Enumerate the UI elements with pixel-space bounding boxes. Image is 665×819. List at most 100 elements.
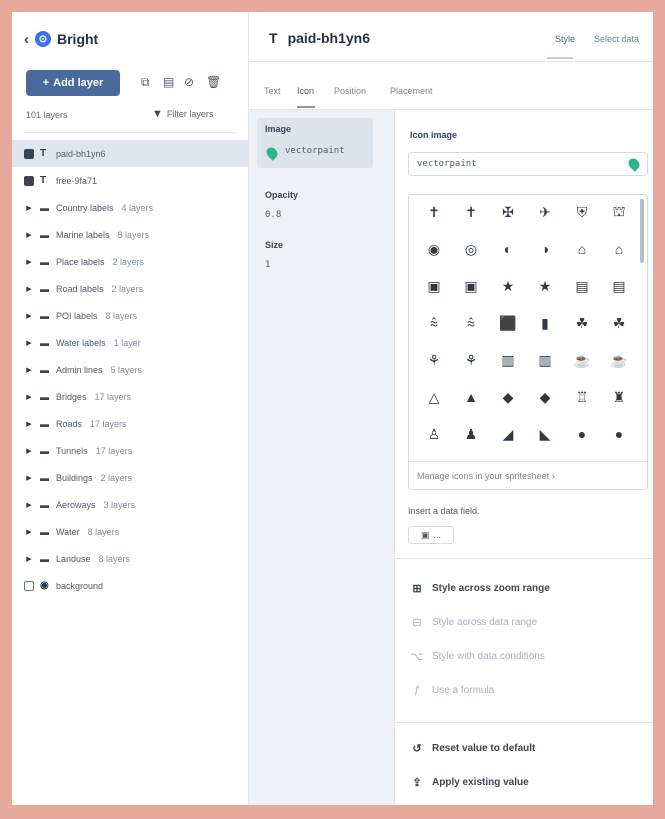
tab-select-data[interactable]: Select data	[594, 34, 639, 44]
expand-arrow-icon[interactable]: ▶	[24, 258, 34, 266]
add-layer-button[interactable]: + Add layer	[26, 70, 120, 96]
expand-arrow-icon[interactable]: ▶	[24, 501, 34, 509]
expand-arrow-icon[interactable]: ▶	[24, 474, 34, 482]
sprite-icon[interactable]: ✝	[462, 203, 480, 221]
sprite-icon[interactable]: ●	[573, 425, 591, 443]
sprite-icon[interactable]: ▤	[610, 277, 628, 295]
apply-existing-button[interactable]: ⇪ Apply existing value	[410, 776, 528, 789]
sprite-icon[interactable]: ◣	[536, 425, 554, 443]
sprite-icon[interactable]: ♖	[573, 388, 591, 406]
layer-row[interactable]: ▶ ▬ Buildings 2 layers	[12, 464, 248, 491]
sprite-icon[interactable]: ▮	[536, 314, 554, 332]
layer-row[interactable]: ▶ ▬ Aeroways 3 layers	[12, 491, 248, 518]
sprite-icon[interactable]: ◑	[536, 240, 554, 258]
expand-arrow-icon[interactable]: ▶	[24, 312, 34, 320]
visibility-checkbox[interactable]	[24, 580, 34, 591]
expand-arrow-icon[interactable]: ▶	[24, 528, 34, 536]
style-action-button[interactable]: ƒ Use a formula	[410, 684, 494, 696]
sprite-icon[interactable]: ⌂	[610, 240, 628, 258]
visibility-checkbox[interactable]	[24, 175, 34, 186]
visibility-checkbox[interactable]	[24, 148, 34, 159]
expand-arrow-icon[interactable]: ▶	[24, 366, 34, 374]
sprite-icon[interactable]: ⛫	[610, 203, 628, 221]
layer-row[interactable]: ▶ ▬ Tunnels 17 layers	[12, 437, 248, 464]
sprite-icon[interactable]: ▥	[536, 351, 554, 369]
sprite-icon[interactable]: ★	[499, 277, 517, 295]
icon-image-input[interactable]: vectorpaint	[408, 152, 648, 176]
sprite-icon[interactable]: ▤	[573, 277, 591, 295]
sprite-icon[interactable]: ♙	[425, 425, 443, 443]
manage-icons-link[interactable]: Manage icons in your spritesheet ›	[417, 471, 555, 481]
sprite-icon[interactable]: ◉	[425, 240, 443, 258]
expand-arrow-icon[interactable]: ▶	[24, 393, 34, 401]
sprite-icon[interactable]: ✠	[499, 203, 517, 221]
sprite-icon[interactable]: ⩯	[425, 314, 443, 332]
subtab-text[interactable]: Text	[264, 86, 281, 96]
expand-arrow-icon[interactable]: ▶	[24, 204, 34, 212]
layer-row[interactable]: ▶ ▬ Admin lines 5 layers	[12, 356, 248, 383]
sprite-icon[interactable]: ◎	[462, 240, 480, 258]
style-action-button[interactable]: ⊟ Style across data range	[410, 616, 537, 629]
expand-arrow-icon[interactable]: ▶	[24, 420, 34, 428]
sprite-icon[interactable]: △	[425, 388, 443, 406]
trash-icon[interactable]: 🗑	[206, 75, 221, 89]
sprite-icon[interactable]: ◢	[499, 425, 517, 443]
style-action-button[interactable]: ⊞ Style across zoom range	[410, 582, 549, 595]
sprite-icon[interactable]: ⌂	[573, 240, 591, 258]
sprite-icon[interactable]: ☕	[573, 351, 591, 369]
size-property-label[interactable]: Size	[265, 240, 283, 250]
sprite-icon[interactable]: ★	[536, 277, 554, 295]
expand-arrow-icon[interactable]: ▶	[24, 447, 34, 455]
sprite-icon[interactable]: ◐	[499, 240, 517, 258]
sprite-icon[interactable]: ✈	[536, 203, 554, 221]
filter-layers-button[interactable]: ▼ Filter layers	[152, 108, 213, 120]
sprite-icon[interactable]: ☘	[610, 314, 628, 332]
sprite-icon[interactable]: ☕	[610, 351, 628, 369]
style-action-button[interactable]: ⌥ Style with data conditions	[410, 650, 545, 663]
sprite-icon[interactable]: ●	[610, 425, 628, 443]
layer-row[interactable]: ▶ ▬ Roads 17 layers	[12, 410, 248, 437]
subtab-position[interactable]: Position	[334, 86, 366, 96]
hide-icon[interactable]: ⊘	[184, 75, 194, 89]
sprite-icon[interactable]: ⛨	[573, 203, 591, 221]
expand-arrow-icon[interactable]: ▶	[24, 231, 34, 239]
tab-style[interactable]: Style	[555, 34, 575, 44]
layer-row[interactable]: ▶ ▬ Water 8 layers	[12, 518, 248, 545]
sprite-icon[interactable]: ▲	[462, 388, 480, 406]
layer-row[interactable]: ▶ ▬ Road labels 2 layers	[12, 275, 248, 302]
expand-arrow-icon[interactable]: ▶	[24, 339, 34, 347]
layer-row[interactable]: ▶ ▬ Water labels 1 layer	[12, 329, 248, 356]
sprite-icon[interactable]: ☘	[573, 314, 591, 332]
sprite-icon[interactable]: ▣	[462, 277, 480, 295]
chevron-left-icon[interactable]: ‹	[24, 31, 29, 48]
sprite-icon[interactable]: ▥	[499, 351, 517, 369]
expand-arrow-icon[interactable]: ▶	[24, 555, 34, 563]
sprite-icon[interactable]: ✝	[425, 203, 443, 221]
duplicate-icon[interactable]: ⧉	[141, 75, 150, 90]
sprite-icon[interactable]: ⚘	[425, 351, 443, 369]
opacity-property-label[interactable]: Opacity	[265, 190, 298, 200]
sprite-icon[interactable]: ⬛	[499, 314, 517, 332]
sprite-icon[interactable]: ♟	[462, 425, 480, 443]
data-field-chip[interactable]: ▣ ...	[408, 526, 454, 544]
sprite-icon[interactable]: ⚘	[462, 351, 480, 369]
sprite-icon[interactable]: ⩯	[462, 314, 480, 332]
folder-icon[interactable]: ▤	[163, 75, 174, 89]
sprite-icon[interactable]: ▣	[425, 277, 443, 295]
reset-default-button[interactable]: ↺ Reset value to default	[410, 742, 535, 755]
layer-row[interactable]: ◉ background	[12, 572, 248, 599]
layer-row[interactable]: ▶ ▬ POI labels 8 layers	[12, 302, 248, 329]
sprite-icon[interactable]: ♜	[610, 388, 628, 406]
layer-row[interactable]: ▶ ▬ Marine labels 8 layers	[12, 221, 248, 248]
scrollbar[interactable]	[640, 199, 644, 263]
layer-row[interactable]: Tfree-9fa71	[12, 167, 248, 194]
sprite-icon[interactable]: ◆	[499, 388, 517, 406]
layer-row[interactable]: ▶ ▬ Landuse 8 layers	[12, 545, 248, 572]
layer-row[interactable]: ▶ ▬ Country labels 4 layers	[12, 194, 248, 221]
sprite-icon[interactable]: ◆	[536, 388, 554, 406]
layer-name[interactable]: paid-bh1yn6	[288, 30, 370, 46]
subtab-icon[interactable]: Icon	[297, 86, 314, 96]
expand-arrow-icon[interactable]: ▶	[24, 285, 34, 293]
layer-row[interactable]: Tpaid-bh1yn6	[12, 140, 248, 167]
layer-row[interactable]: ▶ ▬ Bridges 17 layers	[12, 383, 248, 410]
